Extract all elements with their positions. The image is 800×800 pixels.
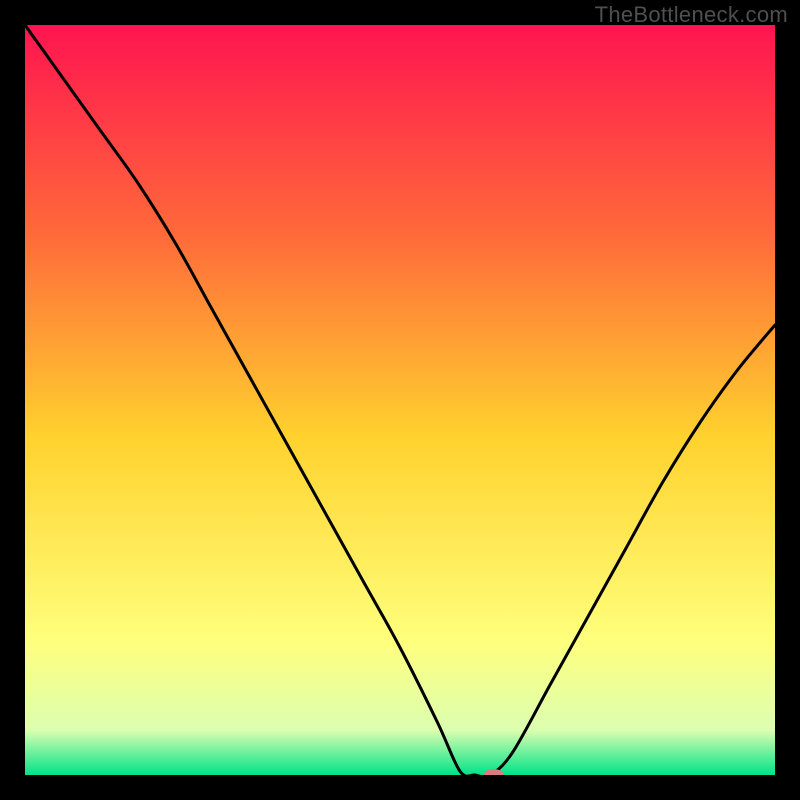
plot-area xyxy=(25,25,775,775)
watermark-text: TheBottleneck.com xyxy=(595,2,788,28)
chart-frame: TheBottleneck.com xyxy=(0,0,800,800)
gradient-background xyxy=(25,25,775,775)
chart-svg xyxy=(25,25,775,775)
